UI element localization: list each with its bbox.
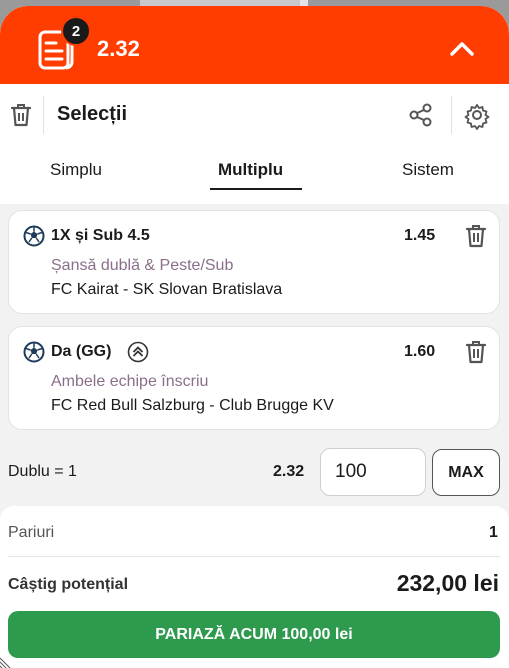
tab-simplu[interactable]: Simplu: [50, 160, 102, 180]
bets-count-value: 1: [489, 524, 498, 541]
max-stake-button[interactable]: MAX: [432, 449, 500, 496]
divider: [451, 96, 452, 134]
boost-icon: [127, 341, 149, 363]
potential-win-label: Câștig potențial: [8, 576, 129, 593]
selection-pick: 1X și Sub 4.5: [51, 227, 150, 244]
clear-all-trash-icon[interactable]: [8, 100, 34, 130]
soccer-ball-icon: [23, 225, 45, 247]
soccer-ball-icon: [23, 341, 45, 363]
tab-multiplu[interactable]: Multiplu: [218, 160, 283, 180]
selection-match: FC Kairat - SK Slovan Bratislava: [51, 281, 283, 298]
stake-input[interactable]: [320, 448, 426, 496]
selection-count-badge: 2: [61, 16, 91, 46]
page-title: Selecții: [57, 103, 128, 125]
betslip-header[interactable]: 2 2.32: [0, 6, 509, 90]
selection-card[interactable]: 1X și Sub 4.5 1.45 Șansă dublă & Peste/S…: [8, 210, 500, 314]
combination-odds: 2.32: [273, 463, 305, 480]
selection-market: Ambele echipe înscriu: [51, 373, 209, 390]
place-bet-button[interactable]: PARIAZĂ ACUM 100,00 lei: [8, 611, 500, 658]
remove-selection-trash-icon[interactable]: [465, 339, 487, 365]
selection-odds: 1.45: [404, 227, 436, 244]
gear-icon[interactable]: [463, 100, 491, 130]
bets-count-label: Pariuri: [8, 524, 55, 541]
total-odds: 2.32: [97, 36, 140, 61]
potential-win-value: 232,00 lei: [396, 570, 499, 596]
divider: [43, 96, 44, 134]
chevron-up-icon[interactable]: [446, 34, 478, 64]
share-icon[interactable]: [407, 100, 435, 130]
selection-market: Șansă dublă & Peste/Sub: [51, 257, 234, 274]
selection-card[interactable]: Da (GG) 1.60 Ambele echipe înscriu FC Re…: [8, 326, 500, 430]
remove-selection-trash-icon[interactable]: [465, 223, 487, 249]
combination-label: Dublu = 1: [8, 463, 77, 480]
selection-match: FC Red Bull Salzburg - Club Brugge KV: [51, 397, 334, 414]
resize-handle-icon: [0, 657, 11, 668]
selection-pick: Da (GG): [51, 343, 112, 360]
divider: [8, 556, 500, 557]
active-tab-indicator: [210, 188, 302, 190]
selection-odds: 1.60: [404, 343, 436, 360]
tab-sistem[interactable]: Sistem: [402, 160, 454, 180]
